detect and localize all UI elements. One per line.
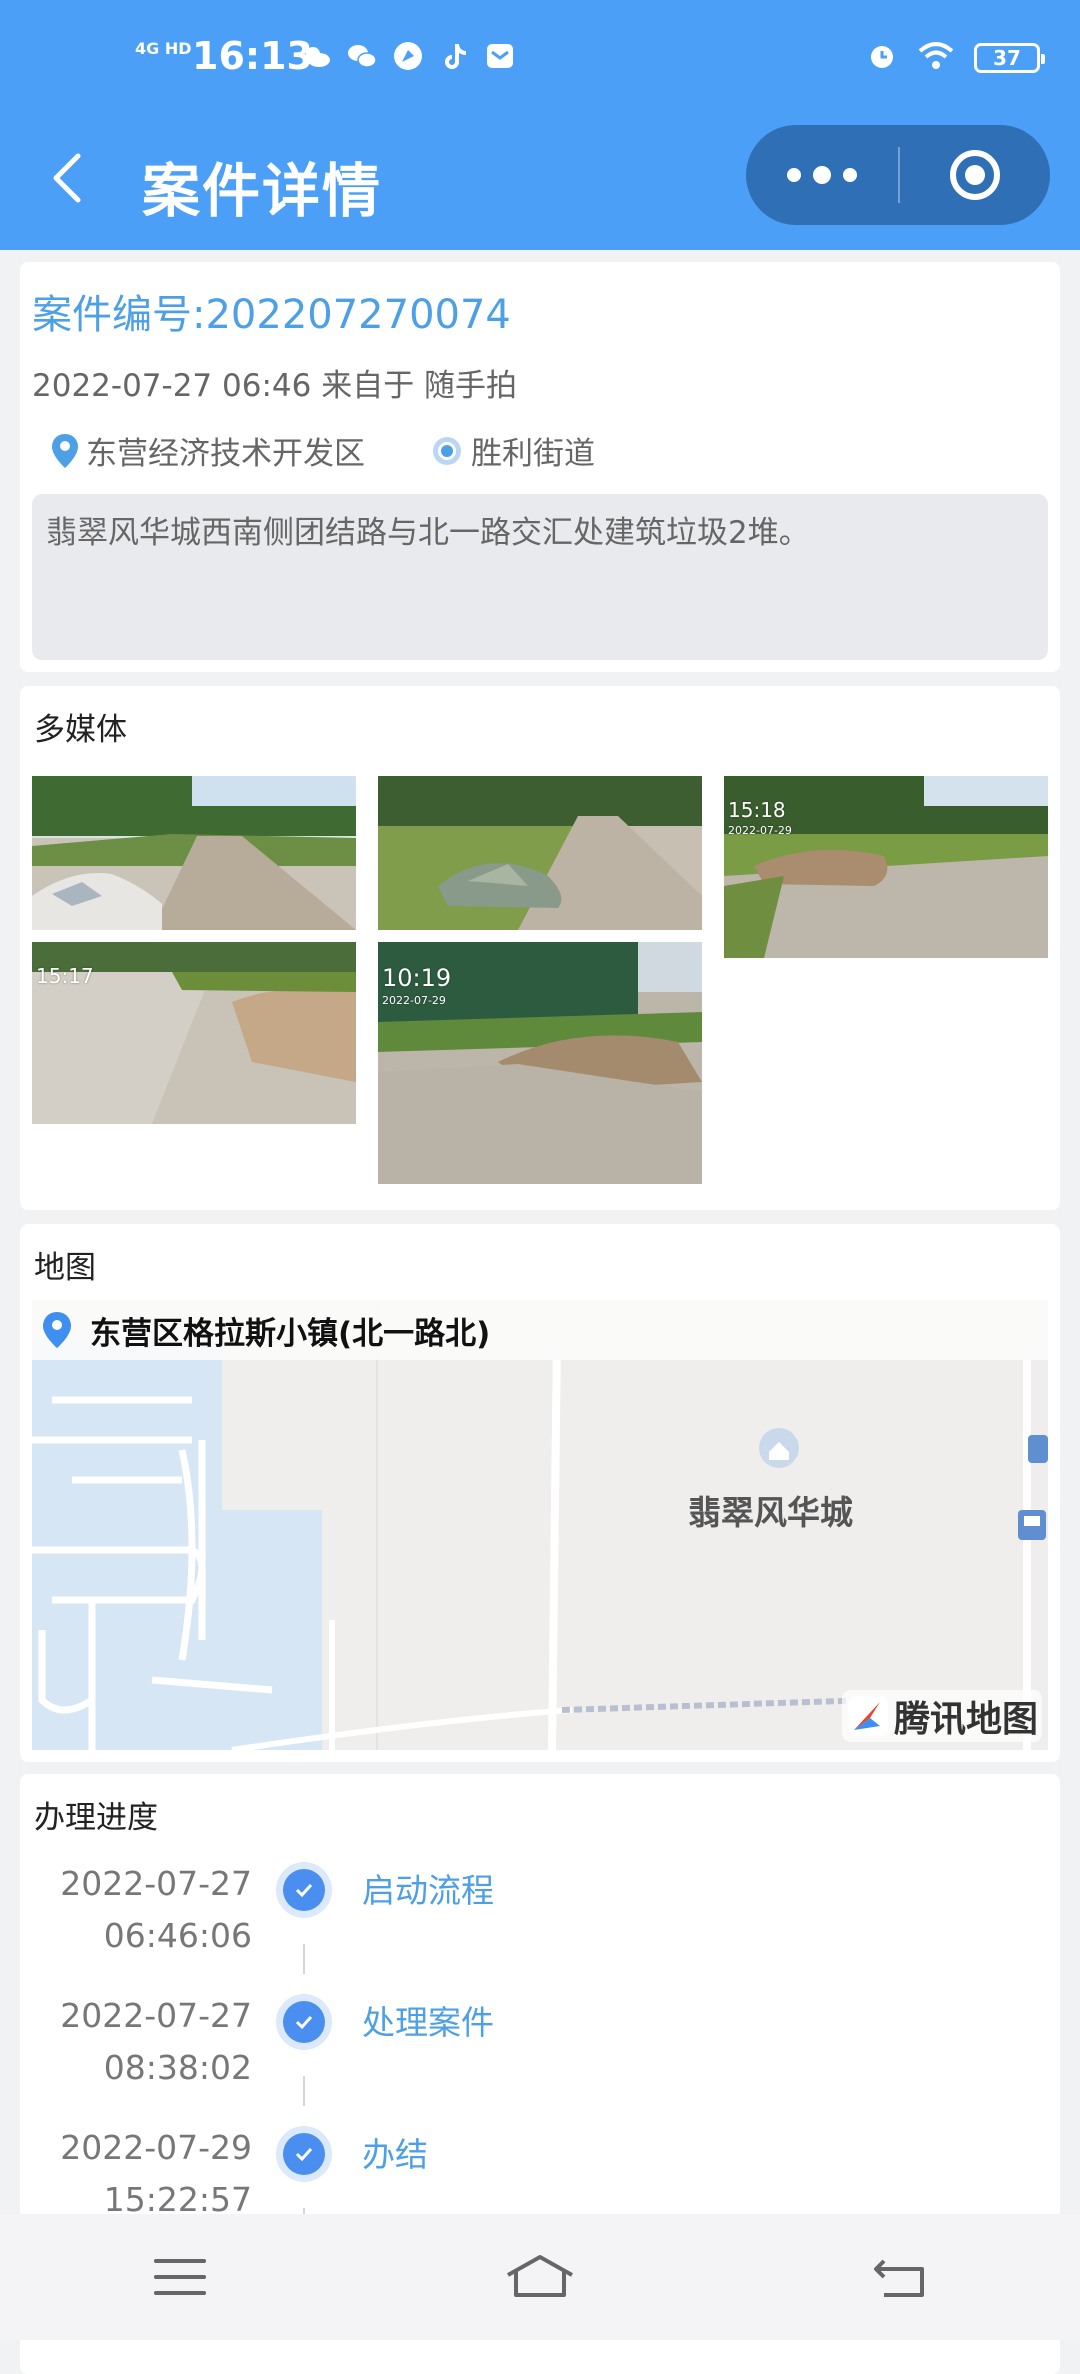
battery-icon: 37 <box>974 43 1045 73</box>
step-label: 办结 <box>362 2135 428 2174</box>
close-miniprogram-button[interactable] <box>900 125 1050 225</box>
map-section-title: 地图 <box>34 1250 96 1286</box>
media-card: 多媒体 15:18 2022-07-29 15:17 10:19 2022-07… <box>20 686 1060 1210</box>
case-number: 案件编号:202207270074 <box>32 292 511 338</box>
location-row: 东营经济技术开发区 胜利街道 <box>50 428 659 473</box>
page-title: 案件详情 <box>142 157 383 225</box>
network-indicator: 4G HD <box>135 40 192 58</box>
check-circle-icon <box>276 2126 332 2182</box>
district-tag: 东营经济技术开发区 <box>50 428 365 473</box>
photo-thumbnail[interactable]: 15:17 <box>32 942 356 1124</box>
home-icon[interactable] <box>480 2237 600 2317</box>
system-navigation-bar <box>0 2214 1080 2340</box>
system-indicators: 37 <box>866 40 1045 76</box>
progress-section-title: 办理进度 <box>34 1800 158 1836</box>
tencent-map-logo: 腾讯地图 <box>841 1690 1042 1742</box>
step-time: 06:46:06 <box>103 1916 252 1955</box>
notification-icons <box>300 40 516 72</box>
step-label: 启动流程 <box>362 1871 494 1910</box>
back-icon[interactable] <box>40 148 100 208</box>
photo-time: 15:18 <box>728 798 786 822</box>
photo-thumbnail[interactable]: 15:18 2022-07-29 <box>724 776 1048 958</box>
timeline-connector <box>303 1944 305 1974</box>
check-circle-icon <box>276 1862 332 1918</box>
miniprogram-capsule <box>746 125 1050 225</box>
step-datetime: 2022-07-29 15:22:57 <box>60 2122 252 2226</box>
photo-time: 10:19 <box>382 964 452 992</box>
wifi-icon <box>918 41 954 75</box>
photo-timestamp: 15:18 2022-07-29 <box>728 798 792 837</box>
step-date: 2022-07-27 <box>60 1864 252 1903</box>
step-datetime: 2022-07-27 08:38:02 <box>60 1990 252 2094</box>
district-label: 东营经济技术开发区 <box>86 436 365 472</box>
step-date: 2022-07-27 <box>60 1996 252 2035</box>
timeline-connector <box>303 2076 305 2106</box>
menu-icon[interactable] <box>120 2237 240 2317</box>
photo-thumbnail[interactable] <box>378 776 702 930</box>
photo-date: 2022-07-29 <box>382 994 446 1007</box>
photo-thumbnail[interactable]: 10:19 2022-07-29 <box>378 942 702 1184</box>
back-nav-icon[interactable] <box>840 2237 960 2317</box>
tiktok-icon <box>438 40 470 72</box>
weather-icon <box>300 40 332 72</box>
map-provider: 腾讯地图 <box>893 1699 1038 1740</box>
map-address: 东营区格拉斯小镇(北一路北) <box>90 1315 491 1352</box>
media-section-title: 多媒体 <box>34 712 127 748</box>
compass-app-icon <box>392 40 424 72</box>
photo-timestamp: 15:17 <box>36 964 94 988</box>
check-circle-icon <box>276 1994 332 2050</box>
target-location-icon <box>433 436 461 465</box>
step-date: 2022-07-29 <box>60 2128 252 2167</box>
map-card: 地图 东营区格拉斯小镇(北一路北) 翡翠风华城 腾讯地图 <box>20 1224 1060 1762</box>
photo-timestamp: 10:19 2022-07-29 <box>382 964 451 1007</box>
alarm-icon <box>866 40 898 76</box>
case-info-card: 案件编号:202207270074 2022-07-27 06:46 来自于 随… <box>20 262 1060 672</box>
step-time: 08:38:02 <box>103 2048 252 2087</box>
photo-time: 15:17 <box>36 964 94 988</box>
wechat-icon <box>346 40 378 72</box>
progress-step: 2022-07-27 06:46:06 启动流程 <box>20 1858 1060 1978</box>
photo-thumbnail[interactable] <box>32 776 356 930</box>
network-label: 4G HD <box>135 39 192 58</box>
step-label: 处理案件 <box>362 2003 494 2042</box>
case-description: 翡翠风华城西南侧团结路与北一路交汇处建筑垃圾2堆。 <box>32 494 1048 660</box>
photo-date: 2022-07-29 <box>728 824 792 837</box>
case-meta: 2022-07-27 06:46 来自于 随手拍 <box>32 368 518 404</box>
map-view[interactable]: 东营区格拉斯小镇(北一路北) 翡翠风华城 腾讯地图 <box>32 1300 1048 1750</box>
status-time: 16:13 <box>192 34 313 78</box>
street-tag: 胜利街道 <box>429 428 595 473</box>
progress-step: 2022-07-27 08:38:02 处理案件 <box>20 1990 1060 2110</box>
status-bar: 4G HD 16:13 37 <box>0 0 1080 120</box>
navigation-bar: 案件详情 <box>0 120 1080 250</box>
location-pin-icon <box>43 1312 71 1348</box>
message-icon <box>484 40 516 72</box>
map-poi-label: 翡翠风华城 <box>688 1493 853 1532</box>
location-pin-icon <box>52 433 78 468</box>
step-datetime: 2022-07-27 06:46:06 <box>60 1858 252 1962</box>
map-address-bar: 东营区格拉斯小镇(北一路北) <box>32 1300 1048 1360</box>
more-button[interactable] <box>746 125 898 225</box>
street-label: 胜利街道 <box>471 436 595 472</box>
tencent-map-icon <box>847 1696 888 1736</box>
